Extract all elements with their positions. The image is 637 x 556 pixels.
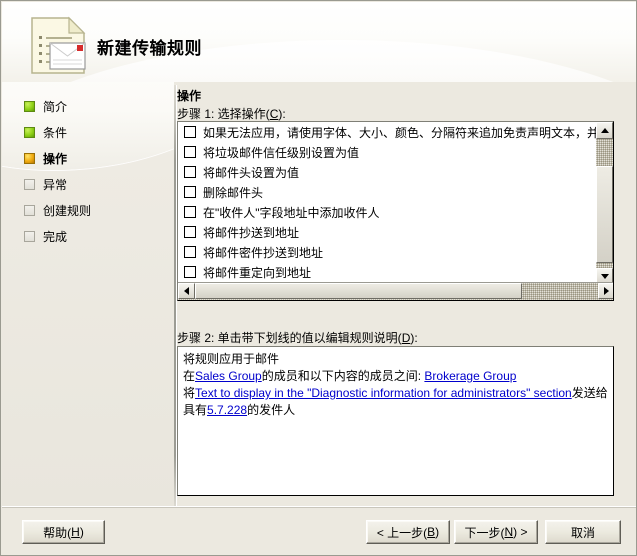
action-label: 在"收件人"字段地址中添加收件人: [203, 205, 380, 220]
link-dsn-text[interactable]: Text to display in the "Diagnostic infor…: [195, 386, 572, 400]
action-label: 如果无法应用，请使用字体、大小、颜色、分隔符来追加免责声明文本，并回退: [203, 125, 598, 140]
list-item[interactable]: 将邮件密件抄送到地址: [178, 242, 598, 262]
help-accelerator: H: [71, 525, 80, 539]
action-label: 将邮件抄送到地址: [203, 225, 300, 240]
main-content-panel: 操作 步骤 1: 选择操作(C): 如果无法应用，请使用字体、大小、颜色、分隔符…: [177, 82, 636, 506]
sidebar-item-label: 异常: [43, 177, 68, 192]
new-transport-rule-icon: [31, 16, 86, 74]
list-item[interactable]: 将邮件头设置为值: [178, 162, 598, 182]
desc-line2-mid: 的成员和以下内容的成员之间:: [261, 369, 425, 383]
vertical-scrollbar[interactable]: [596, 122, 613, 285]
sidebar-item-exceptions[interactable]: 异常: [24, 174, 164, 194]
link-brokerage-group[interactable]: Brokerage Group: [424, 369, 516, 383]
step-status-icon: [24, 178, 35, 190]
sidebar-item-label: 条件: [43, 125, 68, 140]
step2-label: 步骤 2: 单击带下划线的值以编辑规则说明(D):: [177, 329, 418, 346]
link-sales-group[interactable]: Sales Group: [195, 369, 262, 383]
cancel-button[interactable]: 取消: [545, 520, 621, 544]
action-checkbox[interactable]: [184, 266, 196, 278]
dialog-footer: 帮助(H) < 上一步(B) 下一步(N) > 取消: [2, 506, 636, 555]
back-label-pre: < 上一步(: [376, 525, 428, 540]
scroll-right-button[interactable]: [598, 283, 613, 299]
horizontal-scrollbar-thumb[interactable]: [195, 283, 522, 299]
action-label: 将邮件重定向到地址: [203, 265, 312, 280]
next-accelerator: N: [504, 525, 514, 539]
action-checkbox[interactable]: [184, 146, 196, 158]
step-status-icon: [24, 152, 35, 164]
sidebar-item-label: 操作: [43, 151, 68, 166]
chevron-up-icon: [600, 128, 609, 133]
chevron-right-icon: [604, 287, 609, 295]
sidebar-item-label: 创建规则: [43, 203, 92, 218]
action-checkbox[interactable]: [184, 206, 196, 218]
action-label: 删除邮件头: [203, 185, 264, 200]
list-item[interactable]: 将邮件重定向到地址: [178, 262, 598, 282]
wizard-header: 新建传输规则: [2, 2, 636, 82]
sidebar-item-conditions[interactable]: 条件: [24, 122, 164, 142]
action-checkbox[interactable]: [184, 246, 196, 258]
action-checkbox[interactable]: [184, 226, 196, 238]
chevron-down-icon: [600, 274, 609, 279]
next-label-pre: 下一步(: [464, 525, 505, 540]
help-button[interactable]: 帮助(H): [22, 520, 105, 544]
next-label-post: ) >: [513, 525, 528, 539]
step1-label-post: ):: [278, 107, 286, 121]
help-label-post: ): [79, 525, 84, 539]
list-item[interactable]: 在"收件人"字段地址中添加收件人: [178, 202, 598, 222]
list-item[interactable]: 如果无法应用，请使用字体、大小、颜色、分隔符来追加免责声明文本，并回退: [178, 122, 598, 142]
actions-list[interactable]: 如果无法应用，请使用字体、大小、颜色、分隔符来追加免责声明文本，并回退 将垃圾邮…: [178, 122, 598, 285]
step1-label: 步骤 1: 选择操作(C):: [177, 105, 286, 122]
step-status-icon: [24, 100, 35, 112]
scroll-left-button[interactable]: [178, 283, 195, 299]
action-checkbox[interactable]: [184, 186, 196, 198]
back-accelerator: B: [427, 525, 436, 539]
new-transport-rule-wizard-window: 新建传输规则 简介 条件 操作 异常 创建规则 完成 操作 步骤 1: 选择操作…: [0, 0, 637, 556]
back-label-post: ): [435, 525, 440, 539]
desc-line3-pre: 将: [183, 386, 196, 400]
list-item[interactable]: 将邮件抄送到地址: [178, 222, 598, 242]
sidebar-item-label: 简介: [43, 99, 68, 114]
list-item[interactable]: 将垃圾邮件信任级别设置为值: [178, 142, 598, 162]
page-title: 新建传输规则: [97, 39, 202, 58]
sidebar-item-introduction[interactable]: 简介: [24, 96, 164, 116]
action-checkbox[interactable]: [184, 166, 196, 178]
sidebar-item-completion[interactable]: 完成: [24, 226, 164, 246]
step2-label-post: ):: [410, 331, 418, 345]
wizard-step-sidebar: 简介 条件 操作 异常 创建规则 完成: [2, 82, 174, 506]
step-status-icon: [24, 126, 35, 138]
section-title: 操作: [177, 89, 202, 103]
vertical-scrollbar-thumb[interactable]: [596, 166, 613, 263]
sidebar-item-actions[interactable]: 操作: [24, 148, 164, 168]
back-button[interactable]: < 上一步(B): [366, 520, 450, 544]
step1-label-pre: 步骤 1: 选择操作(: [177, 107, 270, 121]
description-line-2: 在Sales Group的成员和以下内容的成员之间: Brokerage Gro…: [183, 368, 608, 385]
action-checkbox[interactable]: [184, 126, 196, 138]
rule-description-editor[interactable]: 将规则应用于邮件 在Sales Group的成员和以下内容的成员之间: Brok…: [177, 346, 614, 496]
desc-line2-pre: 在: [183, 369, 196, 383]
horizontal-scrollbar[interactable]: [178, 282, 613, 300]
actions-listbox[interactable]: 如果无法应用，请使用字体、大小、颜色、分隔符来追加免责声明文本，并回退 将垃圾邮…: [177, 121, 614, 301]
sidebar-item-create-rule[interactable]: 创建规则: [24, 200, 164, 220]
step2-label-pre: 步骤 2: 单击带下划线的值以编辑规则说明(: [177, 331, 402, 345]
action-label: 将垃圾邮件信任级别设置为值: [203, 145, 360, 160]
next-button[interactable]: 下一步(N) >: [454, 520, 538, 544]
sidebar-item-label: 完成: [43, 229, 68, 244]
list-item[interactable]: 删除邮件头: [178, 182, 598, 202]
help-label-pre: 帮助(: [43, 525, 72, 540]
step-status-icon: [24, 204, 35, 216]
step-status-icon: [24, 230, 35, 242]
action-label: 将邮件密件抄送到地址: [203, 245, 324, 260]
description-line-3: 将Text to display in the "Diagnostic info…: [183, 385, 608, 419]
action-label: 将邮件头设置为值: [203, 165, 300, 180]
scroll-up-button[interactable]: [596, 122, 613, 139]
desc-line3-post: 的发件人: [247, 403, 296, 417]
link-status-code[interactable]: 5.7.228: [207, 403, 247, 417]
description-line-1: 将规则应用于邮件: [183, 352, 280, 366]
chevron-left-icon: [184, 287, 189, 295]
